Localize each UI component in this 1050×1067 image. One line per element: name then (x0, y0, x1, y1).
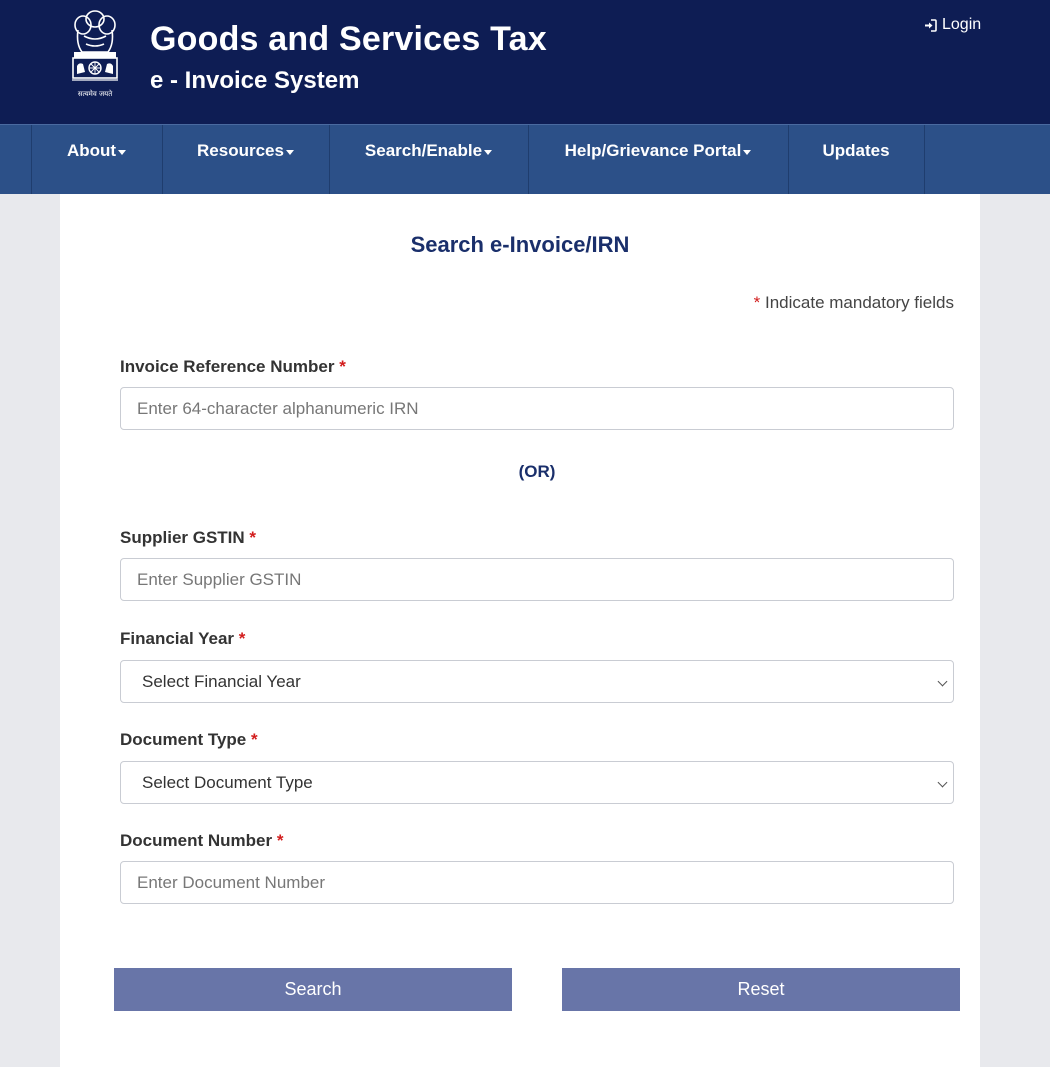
nav-item-search-enable[interactable]: Search/Enable (329, 125, 528, 194)
caret-down-icon (285, 150, 294, 155)
nav-item-about[interactable]: About (31, 125, 162, 194)
mandatory-note: * Indicate mandatory fields (754, 293, 954, 313)
national-emblem-icon[interactable]: सत्यमेव जयते (64, 6, 126, 100)
nav-item-help-grievance[interactable]: Help/Grievance Portal (528, 125, 788, 194)
financial-year-label: Financial Year * (120, 629, 245, 649)
site-title: Goods and Services Tax (150, 20, 547, 58)
document-type-selected: Select Document Type (142, 772, 313, 792)
financial-year-selected: Select Financial Year (142, 671, 301, 691)
nav-item-updates[interactable]: Updates (788, 125, 924, 194)
login-label: Login (942, 16, 982, 33)
document-number-input[interactable] (120, 861, 954, 904)
emblem-motto: सत्यमेव जयते (78, 89, 113, 98)
chevron-down-icon (937, 676, 948, 687)
main-navbar: About Resources Search/Enable Help/Griev… (0, 124, 1050, 194)
financial-year-label-text: Financial Year (120, 629, 235, 648)
nav-item-resources[interactable]: Resources (162, 125, 329, 194)
financial-year-select[interactable]: Select Financial Year (120, 660, 954, 703)
sign-in-icon (925, 18, 937, 32)
nav-label: About (66, 141, 117, 160)
required-asterisk: * (276, 831, 284, 850)
nav-label: Updates (822, 141, 890, 160)
gstin-input[interactable] (120, 558, 954, 601)
document-type-label-text: Document Type (120, 730, 247, 749)
document-number-label-text: Document Number (120, 831, 273, 850)
site-subtitle: e - Invoice System (150, 67, 360, 94)
login-link[interactable]: Login (924, 16, 981, 34)
nav-label: Resources (197, 141, 284, 160)
document-number-label: Document Number * (120, 831, 283, 851)
gstin-label: Supplier GSTIN * (120, 528, 256, 548)
required-asterisk: * (753, 293, 761, 312)
or-separator: (OR) (518, 462, 556, 481)
mandatory-note-text: Indicate mandatory fields (765, 293, 954, 312)
site-header: सत्यमेव जयते Goods and Services Tax e - … (0, 0, 1050, 124)
document-type-label: Document Type * (120, 730, 258, 750)
caret-down-icon (743, 150, 752, 155)
required-asterisk: * (249, 528, 257, 547)
caret-down-icon (484, 150, 493, 155)
chevron-down-icon (937, 777, 948, 788)
document-type-select[interactable]: Select Document Type (120, 761, 954, 804)
irn-label: Invoice Reference Number * (120, 357, 346, 377)
nav-divider (924, 125, 925, 194)
form-title: Search e-Invoice/IRN (410, 232, 630, 257)
irn-label-text: Invoice Reference Number (120, 357, 335, 376)
nav-label: Search/Enable (364, 141, 483, 160)
required-asterisk: * (339, 357, 346, 376)
irn-input[interactable] (120, 387, 954, 430)
nav-label: Help/Grievance Portal (564, 141, 742, 160)
search-button[interactable]: Search (114, 968, 512, 1011)
gstin-label-text: Supplier GSTIN (120, 528, 245, 547)
required-asterisk: * (238, 629, 246, 648)
search-form-panel: Search e-Invoice/IRN * Indicate mandator… (60, 194, 980, 1067)
caret-down-icon (118, 150, 127, 155)
reset-button[interactable]: Reset (562, 968, 960, 1011)
required-asterisk: * (251, 730, 258, 749)
